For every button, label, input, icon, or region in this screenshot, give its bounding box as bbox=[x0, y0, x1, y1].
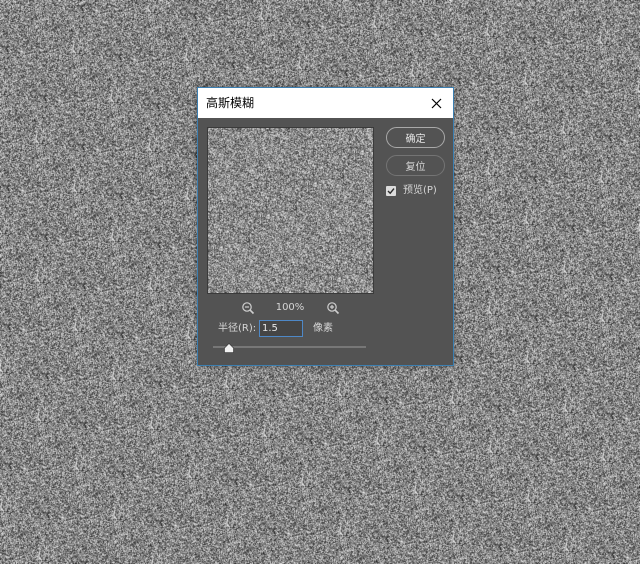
radius-slider[interactable] bbox=[213, 343, 366, 353]
radius-label: 半径(R): bbox=[218, 323, 257, 334]
preview-toggle[interactable]: 预览(P) bbox=[386, 184, 437, 198]
gaussian-blur-dialog: 高斯模糊 100% 半径(R): 像素 确定 复位 bbox=[197, 87, 454, 366]
dialog-title: 高斯模糊 bbox=[206, 96, 255, 110]
zoom-controls: 100% bbox=[238, 300, 342, 316]
close-icon bbox=[431, 98, 441, 108]
zoom-in-icon[interactable] bbox=[326, 301, 340, 315]
checkmark-icon bbox=[387, 188, 395, 195]
radius-unit: 像素 bbox=[313, 323, 333, 334]
preview-image bbox=[208, 128, 373, 293]
zoom-out-icon[interactable] bbox=[241, 301, 255, 315]
preview-label: 预览(P) bbox=[403, 185, 437, 196]
blur-preview[interactable] bbox=[207, 127, 374, 294]
close-button[interactable] bbox=[419, 88, 453, 118]
preview-checkbox[interactable] bbox=[386, 186, 396, 196]
reset-button[interactable]: 复位 bbox=[386, 155, 445, 176]
zoom-level: 100% bbox=[275, 302, 305, 313]
slider-thumb-icon[interactable] bbox=[223, 343, 234, 353]
ok-button[interactable]: 确定 bbox=[386, 127, 445, 148]
radius-input[interactable] bbox=[259, 320, 303, 337]
dialog-titlebar[interactable]: 高斯模糊 bbox=[198, 88, 453, 118]
